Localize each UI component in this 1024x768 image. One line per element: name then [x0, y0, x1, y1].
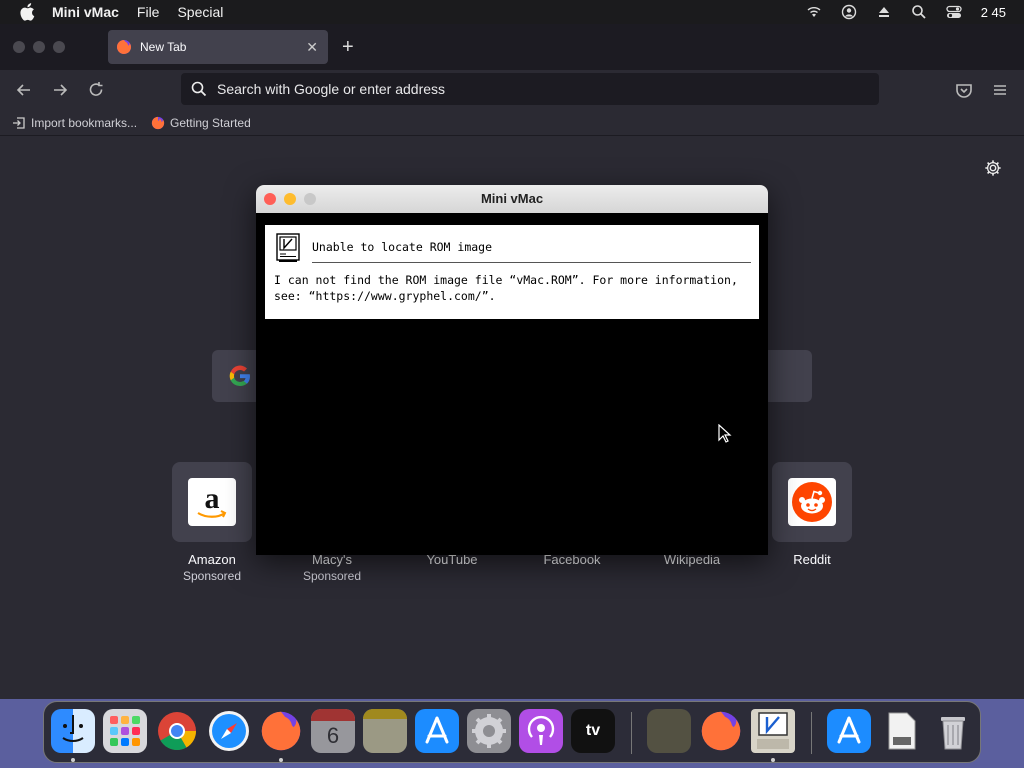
vmac-zoom-button[interactable] — [304, 193, 316, 205]
mini-vmac-window: Mini vMac Unable to locate ROM image I c… — [256, 185, 768, 555]
dock: 6 tv — [43, 701, 981, 763]
tab-close-icon[interactable]: ✕ — [306, 40, 318, 54]
menu-app-name[interactable]: Mini vMac — [52, 4, 119, 20]
reddit-logo-icon — [788, 478, 836, 526]
search-icon — [191, 81, 207, 97]
firefox-icon — [117, 40, 131, 54]
mini-vmac-running-indicator — [771, 758, 775, 762]
shortcut-amazon[interactable]: a Amazon Sponsored — [152, 462, 272, 583]
tab-title: New Tab — [140, 40, 187, 54]
trash-icon[interactable] — [931, 709, 975, 753]
alert-message: I can not find the ROM image file “vMac.… — [274, 273, 745, 303]
pocket-icon[interactable] — [954, 80, 974, 100]
shortcut-amazon-sponsored: Sponsored — [182, 569, 242, 583]
import-icon — [13, 116, 25, 129]
alert-divider — [312, 262, 751, 263]
reload-icon[interactable] — [86, 80, 106, 100]
address-bar[interactable] — [181, 73, 879, 105]
apple-tv-icon[interactable]: tv — [571, 709, 615, 753]
bookmark-import[interactable]: Import bookmarks... — [12, 116, 137, 130]
rom-error-alert: Unable to locate ROM image I can not fin… — [265, 225, 759, 319]
tab-new-tab[interactable]: New Tab ✕ — [108, 30, 328, 64]
apple-icon[interactable] — [18, 3, 36, 21]
tab-bar: New Tab ✕ + — [0, 24, 1024, 70]
podcasts-icon[interactable] — [519, 709, 563, 753]
user-account-icon[interactable] — [841, 4, 857, 20]
chrome-icon[interactable] — [155, 709, 199, 753]
shortcut-reddit-label: Reddit — [793, 552, 831, 567]
hamburger-menu-icon[interactable] — [990, 80, 1010, 100]
document-icon[interactable] — [879, 709, 923, 753]
calendar-icon[interactable]: 6 — [311, 709, 355, 753]
vmac-minimize-button[interactable] — [284, 193, 296, 205]
notes-icon[interactable] — [363, 709, 407, 753]
menubar-status-area: 2 45 — [806, 0, 1024, 24]
new-tab-plus-icon[interactable]: + — [342, 37, 354, 57]
shortcut-macys-sponsored: Sponsored — [302, 569, 362, 583]
mini-vmac-titlebar[interactable]: Mini vMac — [256, 185, 768, 213]
menu-bar: Mini vMac File Special 2 45 — [0, 0, 1024, 24]
shortcut-reddit[interactable]: Reddit — [752, 462, 872, 567]
alert-title: Unable to locate ROM image — [312, 240, 493, 254]
gear-icon[interactable] — [984, 159, 1002, 177]
spotlight-search-icon[interactable] — [911, 4, 927, 20]
address-input[interactable] — [217, 81, 817, 97]
finder-icon[interactable] — [51, 709, 95, 753]
window-close-button[interactable] — [13, 41, 25, 53]
dock-separator-2 — [811, 712, 812, 754]
firefox-dock-icon[interactable] — [259, 709, 303, 753]
app-store-download-icon[interactable] — [827, 709, 871, 753]
bookmark-import-label: Import bookmarks... — [31, 115, 138, 130]
forward-arrow-icon[interactable] — [50, 80, 70, 100]
vmac-close-button[interactable] — [264, 193, 276, 205]
vmac-window-title: Mini vMac — [480, 191, 544, 206]
launchpad-icon[interactable] — [103, 709, 147, 753]
folder-icon[interactable] — [647, 709, 691, 753]
dock-separator — [631, 712, 632, 754]
eject-icon[interactable] — [876, 4, 892, 20]
control-center-icon[interactable] — [946, 4, 962, 20]
window-zoom-button[interactable] — [53, 41, 65, 53]
menubar-clock[interactable]: 2 45 — [981, 5, 1006, 20]
menu-file[interactable]: File — [137, 4, 160, 20]
shortcut-amazon-box: a — [172, 462, 252, 542]
shortcut-reddit-box — [772, 462, 852, 542]
safari-icon[interactable] — [207, 709, 251, 753]
navigation-toolbar — [0, 70, 1024, 110]
back-arrow-icon[interactable] — [14, 80, 34, 100]
firefox-dock-icon-2[interactable] — [699, 709, 743, 753]
bookmarks-toolbar: Import bookmarks... Getting Started — [0, 110, 1024, 136]
wifi-icon[interactable] — [806, 4, 822, 20]
mouse-pointer-icon — [718, 424, 732, 443]
menu-special[interactable]: Special — [177, 4, 223, 20]
amazon-logo-icon: a — [188, 478, 236, 526]
system-preferences-icon[interactable] — [467, 709, 511, 753]
window-minimize-button[interactable] — [33, 41, 45, 53]
shortcut-amazon-label: Amazon — [188, 552, 236, 567]
firefox-running-indicator — [279, 758, 283, 762]
bookmark-getting-started-label: Getting Started — [170, 115, 251, 130]
classic-mac-icon — [276, 233, 300, 262]
google-logo-icon — [229, 365, 250, 387]
app-store-icon[interactable] — [415, 709, 459, 753]
mini-vmac-dock-icon[interactable] — [751, 709, 795, 753]
bookmark-getting-started[interactable]: Getting Started — [151, 116, 251, 130]
firefox-icon — [151, 116, 165, 129]
finder-running-indicator — [71, 758, 75, 762]
